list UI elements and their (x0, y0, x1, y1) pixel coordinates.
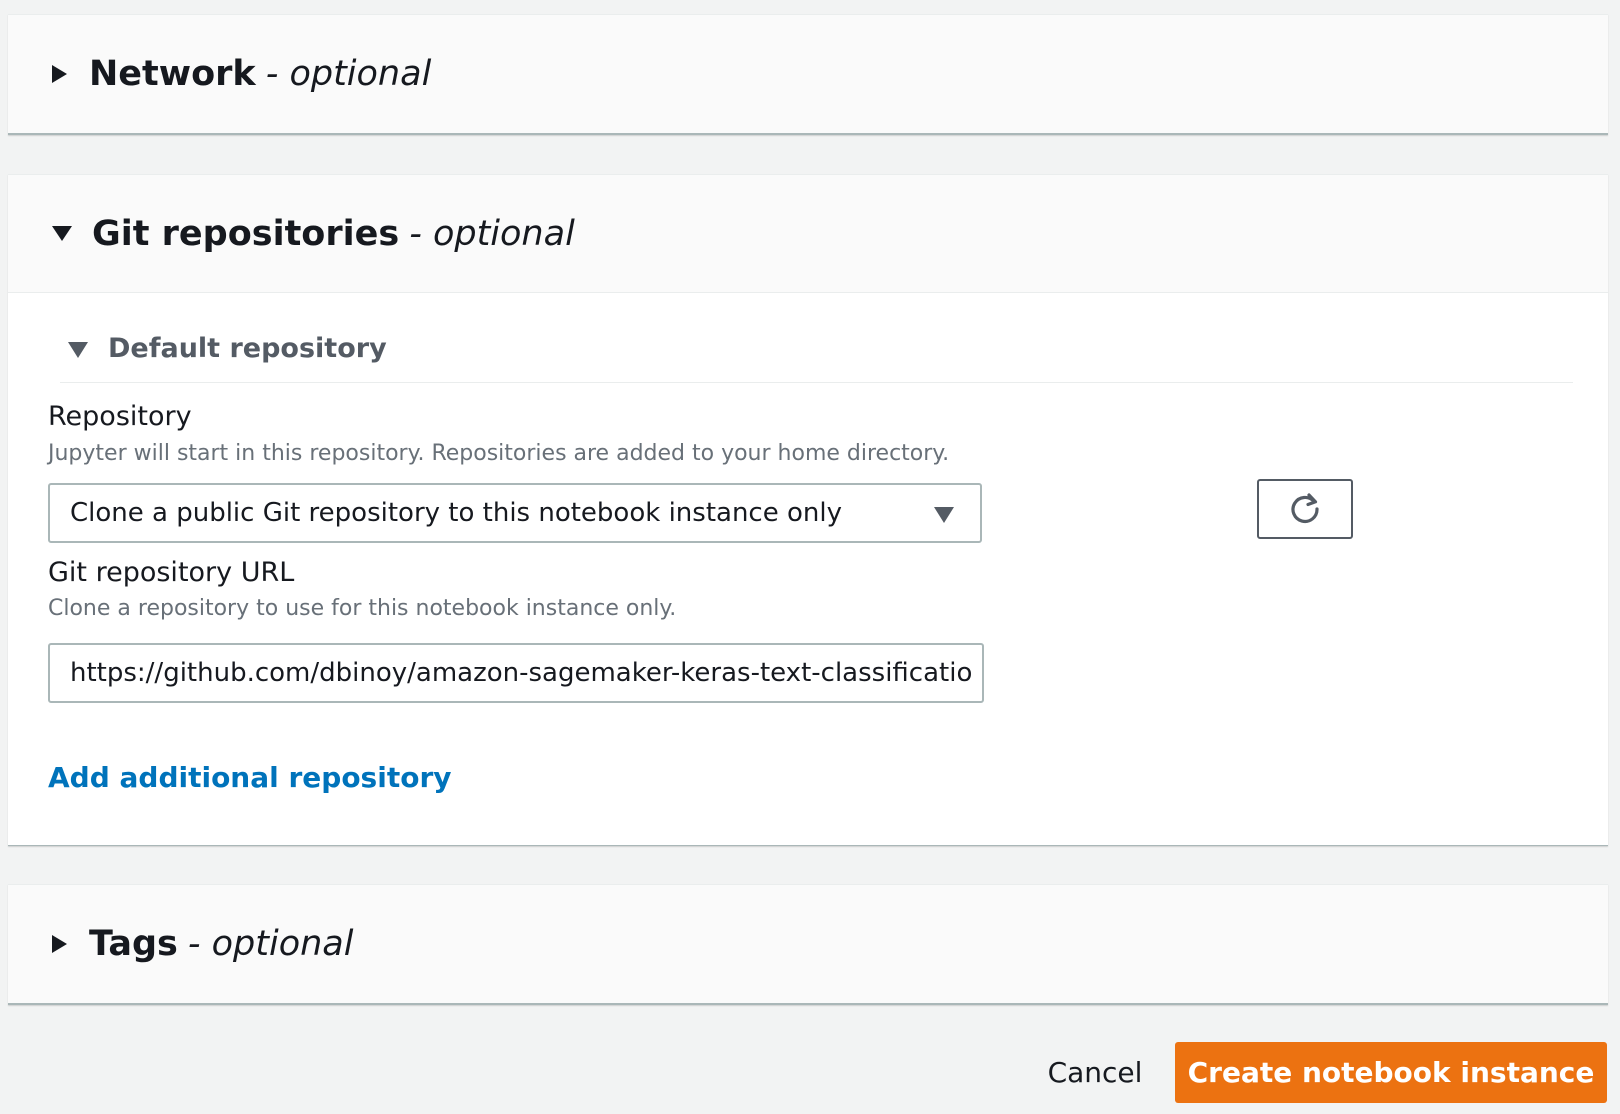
repository-label: Repository (48, 401, 192, 432)
caret-down-icon (52, 226, 72, 241)
caret-right-icon (52, 64, 67, 83)
caret-down-icon (68, 342, 88, 358)
tags-optional-label: - optional (187, 923, 354, 964)
repository-select-value: Clone a public Git repository to this no… (70, 498, 842, 528)
chevron-down-icon (934, 507, 954, 523)
repository-description: Jupyter will start in this repository. R… (48, 441, 950, 466)
default-repository-header[interactable]: Default repository (60, 333, 1573, 383)
git-repositories-section: Git repositories - optional Default repo… (8, 174, 1608, 846)
tags-section-header[interactable]: Tags - optional (8, 885, 1608, 1002)
caret-right-icon (52, 934, 67, 953)
add-additional-repository-link[interactable]: Add additional repository (48, 761, 452, 794)
network-section-header[interactable]: Network - optional (8, 15, 1608, 132)
git-repositories-body: Default repository Repository Jupyter wi… (8, 293, 1608, 845)
network-optional-label: - optional (265, 53, 432, 94)
create-notebook-instance-button[interactable]: Create notebook instance (1175, 1042, 1607, 1103)
repository-select[interactable]: Clone a public Git repository to this no… (48, 483, 982, 543)
git-repositories-section-header[interactable]: Git repositories - optional (8, 175, 1608, 293)
tags-section: Tags - optional (8, 884, 1608, 1005)
default-repository-title: Default repository (108, 333, 387, 364)
git-url-description: Clone a repository to use for this noteb… (48, 596, 677, 621)
git-url-input[interactable]: https://github.com/dbinoy/amazon-sagemak… (48, 643, 984, 703)
git-repositories-section-title: Git repositories (92, 213, 400, 254)
git-url-label: Git repository URL (48, 557, 295, 588)
network-section: Network - optional (8, 14, 1608, 135)
cancel-button[interactable]: Cancel (1030, 1042, 1160, 1102)
refresh-button[interactable] (1257, 479, 1353, 539)
git-repositories-optional-label: - optional (409, 213, 575, 254)
refresh-icon (1291, 493, 1319, 524)
network-section-title: Network (89, 53, 256, 94)
git-url-value: https://github.com/dbinoy/amazon-sagemak… (70, 658, 973, 688)
tags-section-title: Tags (89, 923, 178, 964)
